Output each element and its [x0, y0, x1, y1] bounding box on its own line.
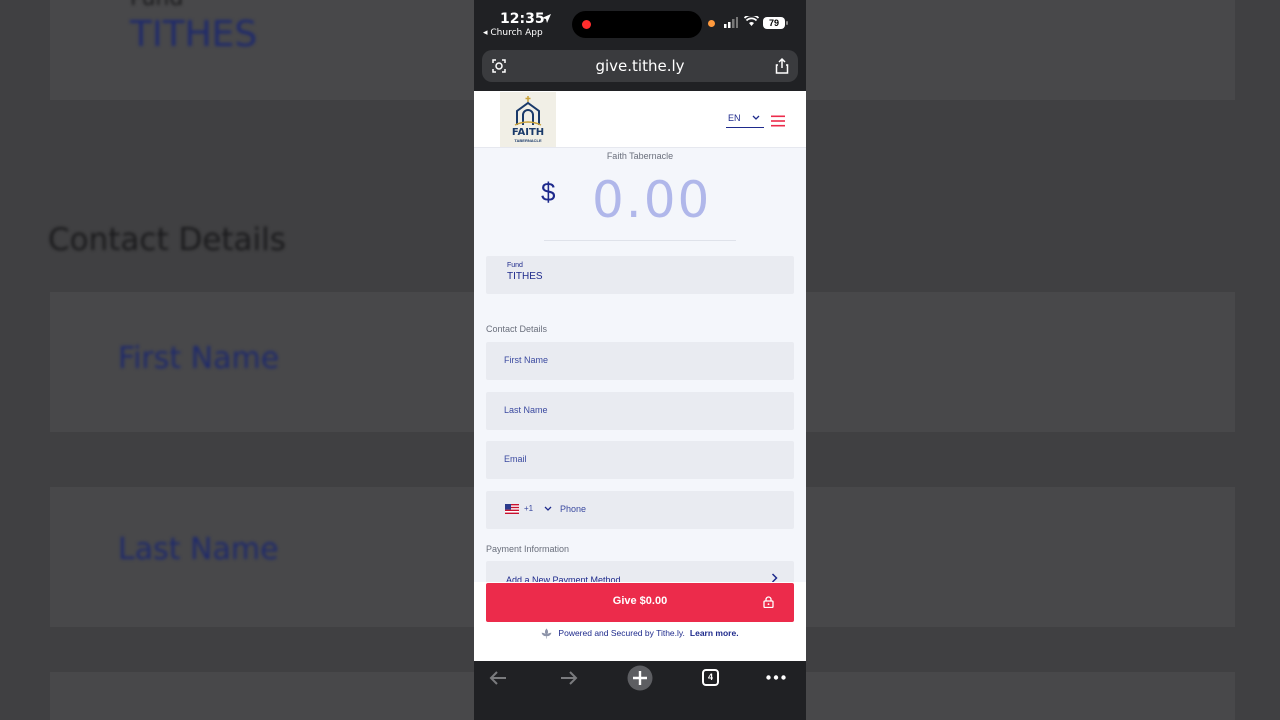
location-arrow-icon: [542, 14, 551, 23]
url-text[interactable]: give.tithe.ly: [482, 57, 798, 75]
powered-by-label: Powered and Secured by Tithe.ly.: [558, 628, 685, 638]
phone-screen: 12:35 ◂ Church App 79 give.tithe.ly FAIT…: [474, 0, 806, 720]
church-name: Faith Tabernacle: [606, 151, 674, 161]
web-content: FAITH TABERNACLE EN Faith Tabernacle $ 0…: [474, 91, 806, 661]
fund-select[interactable]: Fund TITHES: [486, 256, 794, 294]
last-name-field[interactable]: Last Name: [486, 392, 794, 430]
fund-label: Fund: [507, 262, 523, 269]
bg-first-name: First Name: [118, 341, 280, 376]
us-flag-icon[interactable]: [505, 504, 519, 514]
back-to-app-link[interactable]: ◂ Church App: [483, 28, 543, 38]
phone-placeholder: Phone: [560, 504, 587, 514]
forward-arrow-icon[interactable]: [559, 669, 579, 687]
cellular-signal-icon: [724, 17, 738, 28]
battery-icon: 79: [763, 17, 785, 29]
logo-title: FAITH: [511, 127, 545, 138]
email-placeholder: Email: [504, 454, 527, 464]
amount-input[interactable]: 0.00: [592, 171, 711, 229]
phone-field[interactable]: +1 Phone: [486, 491, 794, 529]
logo-subtitle: TABERNACLE: [514, 138, 542, 143]
email-field[interactable]: Email: [486, 441, 794, 479]
amount-underline: [544, 240, 736, 241]
first-name-field[interactable]: First Name: [486, 342, 794, 380]
give-button[interactable]: Give $0.00: [486, 583, 794, 622]
tab-switcher-button[interactable]: 4: [702, 669, 719, 686]
browser-toolbar: 4: [474, 661, 806, 720]
chevron-down-icon[interactable]: [544, 506, 552, 512]
recording-indicator-icon: [582, 20, 591, 29]
address-bar[interactable]: give.tithe.ly: [482, 50, 798, 82]
battery-tip: [786, 21, 788, 25]
lock-icon: [763, 596, 774, 608]
status-time: 12:35: [500, 11, 545, 27]
chevron-down-icon: [752, 115, 760, 120]
give-button-label: Give $0.00: [612, 595, 668, 607]
currency-symbol: $: [541, 177, 556, 207]
status-bar: 12:35 ◂ Church App 79: [474, 0, 806, 44]
last-name-placeholder: Last Name: [504, 405, 548, 415]
back-arrow-icon[interactable]: [488, 669, 508, 687]
new-tab-icon[interactable]: [626, 665, 654, 691]
menu-icon[interactable]: [771, 115, 785, 127]
country-code[interactable]: +1: [524, 504, 533, 513]
bg-contact-heading: Contact Details: [48, 222, 286, 258]
tithely-leaf-icon: [542, 628, 552, 639]
payment-information-heading: Payment Information: [486, 544, 570, 554]
language-select[interactable]: EN: [726, 112, 764, 128]
bg-fund-label: Fund: [130, 0, 183, 11]
learn-more-link[interactable]: Learn more.: [690, 628, 739, 638]
church-building-icon: [514, 96, 542, 126]
bg-last-name: Last Name: [118, 532, 279, 567]
dynamic-island: [572, 11, 702, 38]
fund-value: TITHES: [507, 271, 543, 282]
first-name-placeholder: First Name: [504, 355, 549, 365]
share-icon[interactable]: [774, 57, 790, 75]
powered-by-text: Powered and Secured by Tithe.ly. Learn mo…: [474, 628, 806, 639]
language-value: EN: [728, 113, 741, 123]
bg-fund-value: TITHES: [130, 14, 258, 55]
wifi-icon: [744, 16, 759, 26]
more-options-icon[interactable]: [766, 675, 786, 680]
camera-indicator-icon: [708, 20, 715, 27]
church-logo[interactable]: FAITH TABERNACLE: [500, 92, 556, 147]
contact-details-heading: Contact Details: [486, 324, 548, 334]
site-header: FAITH TABERNACLE EN: [474, 91, 806, 148]
give-footer: Give $0.00 Powered and Secured by Tithe.…: [474, 582, 806, 661]
